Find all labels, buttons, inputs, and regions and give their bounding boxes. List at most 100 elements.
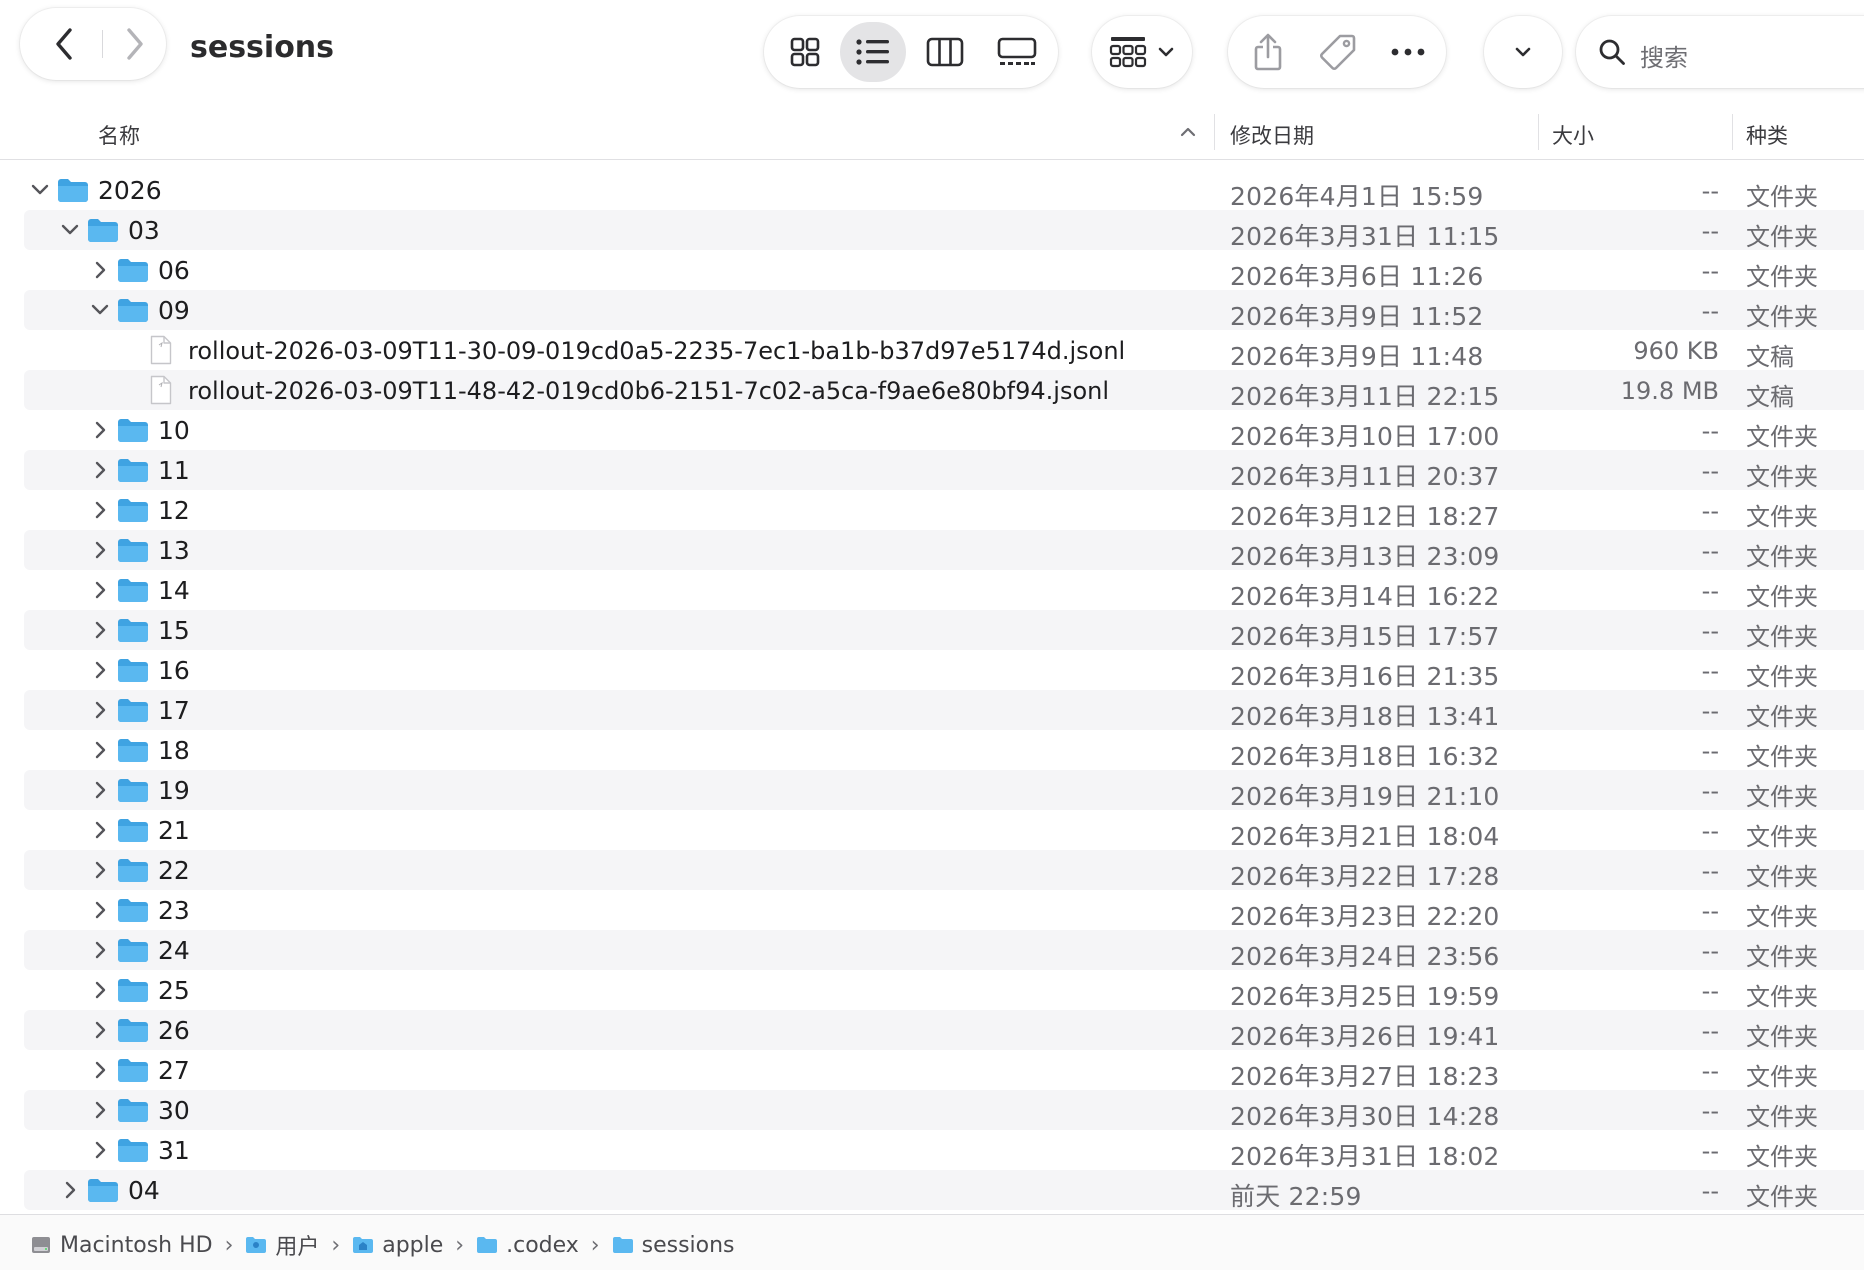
item-size: -- (1701, 417, 1719, 445)
size-column-header[interactable]: 大小 (1552, 120, 1594, 150)
tag-button[interactable] (1306, 16, 1370, 88)
item-kind: 文件夹 (1746, 183, 1818, 211)
item-kind: 文件夹 (1746, 703, 1818, 731)
back-button[interactable] (34, 8, 94, 80)
modified-date: 2026年3月10日 17:00 (1230, 422, 1500, 451)
users-folder-icon (246, 1237, 267, 1253)
disclosure-closed-icon[interactable] (60, 1180, 80, 1200)
item-kind: 文件夹 (1746, 823, 1818, 851)
folder-icon (118, 1139, 148, 1162)
disclosure-open-icon[interactable] (30, 180, 50, 200)
path-crumb[interactable]: Macintosh HD (30, 1233, 213, 1258)
chevron-down-icon (1158, 47, 1174, 57)
navigation-buttons (20, 8, 166, 80)
folder-row[interactable]: 09 2026年3月9日 11:52 -- 文件夹 (0, 290, 1864, 331)
folder-row[interactable]: 19 2026年3月19日 21:10 -- 文件夹 (0, 770, 1864, 811)
item-name: 13 (158, 536, 190, 565)
disclosure-closed-icon[interactable] (90, 780, 110, 800)
path-crumb[interactable]: apple (352, 1233, 443, 1258)
disclosure-closed-icon[interactable] (90, 620, 110, 640)
folder-row[interactable]: 23 2026年3月23日 22:20 -- 文件夹 (0, 890, 1864, 931)
folder-icon (118, 899, 148, 922)
folder-row[interactable]: 22 2026年3月22日 17:28 -- 文件夹 (0, 850, 1864, 891)
path-crumb[interactable]: .codex (476, 1233, 579, 1258)
folder-row[interactable]: 18 2026年3月18日 16:32 -- 文件夹 (0, 730, 1864, 771)
disclosure-closed-icon[interactable] (90, 740, 110, 760)
folder-icon (118, 1019, 148, 1042)
folder-row[interactable]: 27 2026年3月27日 18:23 -- 文件夹 (0, 1050, 1864, 1091)
group-button[interactable] (1092, 16, 1192, 88)
disclosure-closed-icon[interactable] (90, 1100, 110, 1120)
item-size: -- (1701, 297, 1719, 325)
folder-icon (118, 299, 148, 322)
disclosure-closed-icon[interactable] (90, 460, 110, 480)
disclosure-closed-icon[interactable] (90, 860, 110, 880)
item-kind: 文件夹 (1746, 463, 1818, 491)
disclosure-closed-icon[interactable] (90, 700, 110, 720)
list-view-button[interactable] (842, 16, 904, 88)
folder-row[interactable]: 10 2026年3月10日 17:00 -- 文件夹 (0, 410, 1864, 451)
kind-column-header[interactable]: 种类 (1746, 120, 1788, 150)
name-column-header[interactable]: 名称 (98, 120, 140, 150)
folder-row[interactable]: 13 2026年3月13日 23:09 -- 文件夹 (0, 530, 1864, 571)
disclosure-closed-icon[interactable] (90, 660, 110, 680)
disclosure-closed-icon[interactable] (90, 540, 110, 560)
folder-row[interactable]: 17 2026年3月18日 13:41 -- 文件夹 (0, 690, 1864, 731)
folder-icon (118, 659, 148, 682)
folder-row[interactable]: 06 2026年3月6日 11:26 -- 文件夹 (0, 250, 1864, 291)
item-name: 04 (128, 1176, 160, 1205)
disclosure-closed-icon[interactable] (90, 1140, 110, 1160)
disclosure-closed-icon[interactable] (90, 980, 110, 1000)
folder-row[interactable]: 24 2026年3月24日 23:56 -- 文件夹 (0, 930, 1864, 971)
item-size: -- (1701, 1137, 1719, 1165)
folder-row[interactable]: 14 2026年3月14日 16:22 -- 文件夹 (0, 570, 1864, 611)
disclosure-open-icon[interactable] (60, 220, 80, 240)
toolbar-overflow-button[interactable] (1484, 16, 1562, 88)
item-name: 27 (158, 1056, 190, 1085)
disclosure-closed-icon[interactable] (90, 500, 110, 520)
folder-row[interactable]: 21 2026年3月21日 18:04 -- 文件夹 (0, 810, 1864, 851)
share-button[interactable] (1236, 16, 1300, 88)
disclosure-closed-icon[interactable] (90, 420, 110, 440)
folder-row[interactable]: 04 前天 22:59 -- 文件夹 (0, 1170, 1864, 1211)
modified-date: 2026年3月18日 16:32 (1230, 742, 1500, 771)
item-kind: 文件夹 (1746, 663, 1818, 691)
path-crumb[interactable]: 用户 (245, 1229, 319, 1261)
column-view-button[interactable] (914, 16, 976, 88)
disclosure-closed-icon[interactable] (90, 940, 110, 960)
icon-view-button[interactable] (774, 16, 836, 88)
folder-row[interactable]: 25 2026年3月25日 19:59 -- 文件夹 (0, 970, 1864, 1011)
folder-row[interactable]: 15 2026年3月15日 17:57 -- 文件夹 (0, 610, 1864, 651)
disclosure-closed-icon[interactable] (90, 1020, 110, 1040)
date-column-header[interactable]: 修改日期 (1230, 120, 1314, 150)
disclosure-closed-icon[interactable] (90, 580, 110, 600)
file-list: 2026 2026年4月1日 15:59 -- 文件夹 03 2026年3月31日 11:… (0, 170, 1864, 1211)
folder-row[interactable]: 26 2026年3月26日 19:41 -- 文件夹 (0, 1010, 1864, 1051)
path-crumb[interactable]: sessions (612, 1233, 735, 1258)
disclosure-open-icon[interactable] (90, 300, 110, 320)
disclosure-closed-icon[interactable] (90, 1060, 110, 1080)
disclosure-closed-icon[interactable] (90, 820, 110, 840)
item-size: -- (1701, 697, 1719, 725)
folder-row[interactable]: 2026 2026年4月1日 15:59 -- 文件夹 (0, 170, 1864, 211)
file-row[interactable]: rollout-2026-03-09T11-48-42-019cd0b6-215… (0, 370, 1864, 411)
file-row[interactable]: rollout-2026-03-09T11-30-09-019cd0a5-223… (0, 330, 1864, 371)
folder-row[interactable]: 03 2026年3月31日 11:15 -- 文件夹 (0, 210, 1864, 251)
forward-button[interactable] (110, 8, 160, 80)
modified-date: 2026年3月18日 13:41 (1230, 702, 1500, 731)
folder-row[interactable]: 31 2026年3月31日 18:02 -- 文件夹 (0, 1130, 1864, 1171)
search-field[interactable] (1576, 16, 1864, 88)
folder-row[interactable]: 30 2026年3月30日 14:28 -- 文件夹 (0, 1090, 1864, 1131)
folder-row[interactable]: 11 2026年3月11日 20:37 -- 文件夹 (0, 450, 1864, 491)
disclosure-closed-icon[interactable] (90, 900, 110, 920)
item-name: 21 (158, 816, 190, 845)
item-name: 23 (158, 896, 190, 925)
more-button[interactable] (1376, 16, 1440, 88)
list-view-icon (856, 39, 889, 65)
folder-row[interactable]: 16 2026年3月16日 21:35 -- 文件夹 (0, 650, 1864, 691)
modified-date: 2026年3月6日 11:26 (1230, 262, 1484, 291)
share-icon (1254, 33, 1282, 71)
disclosure-closed-icon[interactable] (90, 260, 110, 280)
folder-row[interactable]: 12 2026年3月12日 18:27 -- 文件夹 (0, 490, 1864, 531)
gallery-view-button[interactable] (984, 16, 1050, 88)
